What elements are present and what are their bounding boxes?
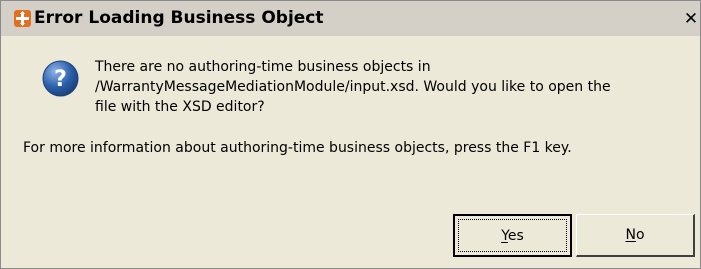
title-bar[interactable]: Error Loading Business Object ✕ [1,1,700,36]
business-object-error-icon [14,10,31,27]
no-button[interactable]: No [576,214,695,257]
close-icon: ✕ [683,9,699,29]
close-button[interactable]: ✕ [682,10,700,28]
message-line: /WarrantyMessageMediationModule/input.xs… [95,79,611,95]
yes-button-label: es [507,228,524,244]
error-dialog: Error Loading Business Object ✕ ? There … [0,0,701,269]
yes-button-mnemonic: Y [501,228,508,244]
dialog-title: Error Loading Business Object [34,8,324,28]
help-info-text: For more information about authoring-tim… [23,140,572,156]
svg-text:?: ? [54,67,67,92]
dialog-message: There are no authoring-time business obj… [95,57,695,117]
question-icon: ? [42,60,79,97]
yes-button[interactable]: Yes [453,214,572,257]
no-button-label: o [635,227,645,243]
no-button-mnemonic: N [625,227,636,243]
message-line: There are no authoring-time business obj… [95,59,431,75]
message-line: file with the XSD editor? [95,99,265,115]
